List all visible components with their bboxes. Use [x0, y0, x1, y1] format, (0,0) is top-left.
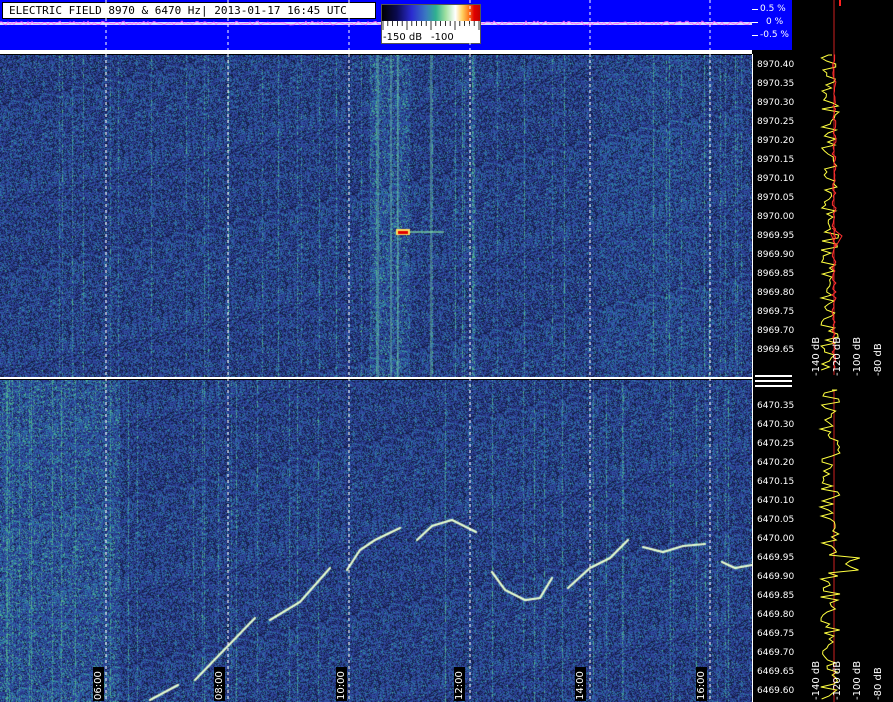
freq-label: 6470.05	[757, 515, 795, 525]
bottom-db-label-80: -80 dB	[873, 667, 884, 700]
freq-label: 6470.15	[757, 477, 795, 487]
freq-label: 8969.95	[757, 231, 795, 241]
time-label-1200: 12:00	[454, 671, 465, 700]
freq-label: 6470.25	[757, 439, 795, 449]
freq-label: 8969.65	[757, 345, 795, 355]
freq-label: 6470.30	[757, 420, 795, 430]
freq-label: 6469.80	[757, 610, 795, 620]
freq-label: 8970.05	[757, 193, 795, 203]
time-label-1600: 16:00	[696, 671, 707, 700]
freq-label: 6469.90	[757, 572, 795, 582]
time-label-1000: 10:00	[336, 671, 347, 700]
frequency-axis-strip	[752, 54, 792, 702]
freq-label: 8970.35	[757, 79, 795, 89]
percent-label-zero: 0 %	[766, 17, 784, 27]
freq-label: 8970.00	[757, 212, 795, 222]
freq-label: 6470.10	[757, 496, 795, 506]
frequency-axis-line	[752, 54, 753, 702]
time-grid	[105, 0, 711, 702]
freq-label: 8969.85	[757, 269, 795, 279]
freq-label: 8969.75	[757, 307, 795, 317]
top-db-label-80: -80 dB	[873, 343, 884, 376]
freq-label: 8970.30	[757, 98, 795, 108]
percent-label-top: 0.5 %	[760, 4, 786, 14]
freq-label: 6470.00	[757, 534, 795, 544]
freq-label: 8969.70	[757, 326, 795, 336]
top-db-label-100: -100 dB	[852, 336, 863, 376]
freq-label: 8969.90	[757, 250, 795, 260]
freq-label: 8970.10	[757, 174, 795, 184]
axis-separator-mark	[755, 380, 792, 382]
freq-label: 6470.35	[757, 401, 795, 411]
axis-separator-mark	[755, 375, 792, 377]
percent-tick	[752, 9, 758, 10]
bottom-db-label-140: -140 dB	[811, 660, 822, 700]
freq-label: 6469.60	[757, 686, 795, 696]
freq-label: 8970.15	[757, 155, 795, 165]
top-db-label-140: -140 dB	[811, 336, 822, 376]
time-label-1400: 14:00	[575, 671, 586, 700]
freq-label: 6469.75	[757, 629, 795, 639]
top-db-label-120: -120 dB	[832, 336, 843, 376]
top-yellow-trace	[819, 54, 841, 371]
freq-label: 8969.80	[757, 288, 795, 298]
freq-label: 6469.65	[757, 667, 795, 677]
spectrogram-viewer: ELECTRIC FIELD 8970 & 6470 Hz| 2013-01-1…	[0, 0, 893, 702]
freq-label: 6469.95	[757, 553, 795, 563]
freq-label: 6469.85	[757, 591, 795, 601]
time-label-0800: 08:00	[214, 671, 225, 700]
time-label-0600: 06:00	[93, 671, 104, 700]
axis-separator-mark	[755, 385, 792, 387]
freq-label: 6470.20	[757, 458, 795, 468]
percent-tick	[752, 35, 758, 36]
freq-label: 8970.40	[757, 60, 795, 70]
bottom-db-label-120: -120 dB	[832, 660, 843, 700]
freq-label: 6469.70	[757, 648, 795, 658]
percent-tick	[752, 22, 758, 23]
percent-label-bottom: -0.5 %	[760, 30, 789, 40]
freq-label: 8970.20	[757, 136, 795, 146]
bottom-yellow-trace	[818, 389, 860, 700]
bottom-db-label-100: -100 dB	[852, 660, 863, 700]
freq-label: 8970.25	[757, 117, 795, 127]
